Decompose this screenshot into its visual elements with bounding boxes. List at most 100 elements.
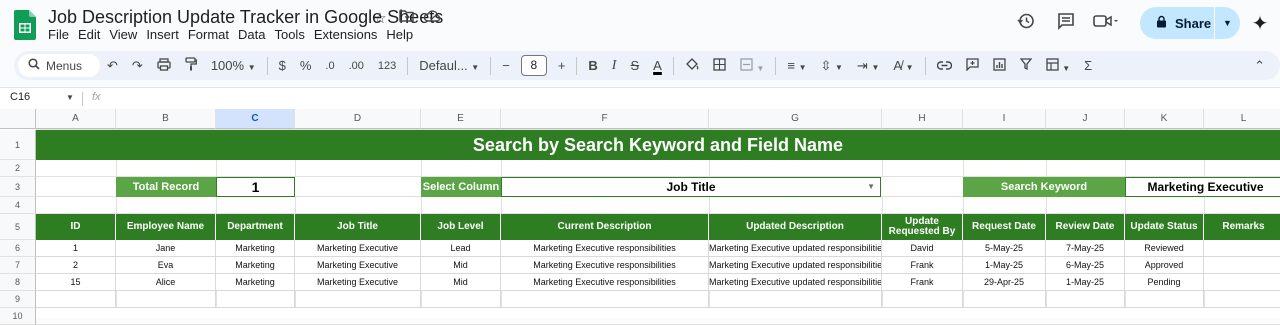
table-cell[interactable] (36, 291, 116, 308)
table-cell[interactable]: Marketing (216, 240, 295, 257)
column-header-b[interactable]: B (116, 109, 216, 129)
name-box-dropdown-icon[interactable]: ▼ (66, 93, 74, 102)
undo-icon[interactable]: ↶ (100, 58, 125, 74)
vertical-align-icon[interactable]: ⇳ ▼ (813, 58, 849, 74)
table-cell[interactable]: 7-May-25 (1046, 240, 1125, 257)
column-header-a[interactable]: A (36, 109, 116, 129)
table-header-cell[interactable]: Remarks (1204, 214, 1280, 240)
dropdown-caret-icon[interactable]: ▼ (867, 178, 875, 196)
table-cell[interactable] (421, 291, 501, 308)
column-header-f[interactable]: F (501, 109, 709, 129)
table-cell[interactable]: 5-May-25 (963, 240, 1046, 257)
row-header-7[interactable]: 7 (0, 257, 36, 274)
table-cell[interactable]: Marketing Executive (295, 240, 421, 257)
insert-comment-icon[interactable] (959, 57, 986, 74)
table-cell[interactable]: 1 (36, 240, 116, 257)
table-cell[interactable] (1204, 240, 1280, 257)
table-cell[interactable]: Lead (421, 240, 501, 257)
menu-tools[interactable]: Tools (274, 27, 309, 42)
column-header-l[interactable]: L (1204, 109, 1280, 129)
sheets-logo-icon[interactable] (14, 10, 36, 40)
table-cell[interactable] (709, 291, 882, 308)
table-cell[interactable] (963, 291, 1046, 308)
font-size-increase-icon[interactable]: + (551, 58, 573, 73)
table-header-cell[interactable]: ID (36, 214, 116, 240)
decrease-decimal-button[interactable]: .0 (318, 60, 341, 72)
row-header-2[interactable]: 2 (0, 160, 36, 177)
table-cell[interactable]: Mid (421, 257, 501, 274)
menu-extensions[interactable]: Extensions (314, 27, 383, 42)
table-header-cell[interactable]: Update Requested By (882, 214, 963, 240)
zoom-select[interactable]: 100% ▼ (204, 58, 263, 73)
table-header-cell[interactable]: Review Date (1046, 214, 1125, 240)
table-cell[interactable]: Alice (116, 274, 216, 291)
select-column-label[interactable]: Select Column (421, 177, 501, 197)
table-cell[interactable] (1046, 291, 1125, 308)
insert-link-icon[interactable] (930, 58, 959, 73)
font-size-input[interactable]: 8 (520, 55, 547, 76)
table-cell[interactable]: 15 (36, 274, 116, 291)
text-color-icon[interactable]: A (646, 58, 669, 73)
table-cell[interactable] (295, 291, 421, 308)
table-cell[interactable] (1125, 291, 1204, 308)
name-box[interactable]: C16 (10, 91, 30, 103)
row-header-10[interactable]: 10 (0, 308, 36, 325)
table-cell[interactable] (216, 291, 295, 308)
number-format-button[interactable]: 123 (371, 60, 403, 72)
table-cell[interactable] (1204, 274, 1280, 291)
bold-icon[interactable]: B (581, 58, 604, 73)
table-cell[interactable]: Reviewed (1125, 240, 1204, 257)
collapse-toolbar-icon[interactable]: ⌃ (1247, 58, 1272, 74)
search-keyword-label[interactable]: Search Keyword (963, 177, 1125, 197)
total-record-value[interactable]: 1 (216, 177, 295, 197)
move-folder-icon[interactable] (398, 9, 414, 27)
share-dropdown-icon[interactable]: ▼ (1214, 7, 1240, 39)
menu-file[interactable]: File (48, 27, 74, 42)
table-cell[interactable]: Marketing (216, 257, 295, 274)
table-cell[interactable]: Approved (1125, 257, 1204, 274)
gemini-sparkle-icon[interactable]: ✦ (1240, 11, 1280, 36)
table-cell[interactable]: Eva (116, 257, 216, 274)
table-cell[interactable]: Pending (1125, 274, 1204, 291)
table-cell[interactable]: 2 (36, 257, 116, 274)
table-header-cell[interactable]: Job Title (295, 214, 421, 240)
table-cell[interactable]: 6-May-25 (1046, 257, 1125, 274)
fill-color-icon[interactable] (678, 57, 706, 74)
column-header-j[interactable]: J (1046, 109, 1125, 129)
search-keyword-input[interactable]: Marketing Executive (1125, 177, 1280, 197)
cloud-status-icon[interactable] (423, 9, 441, 27)
table-cell[interactable]: Marketing Executive updated responsibili… (709, 240, 882, 257)
sheet-banner-title[interactable]: Search by Search Keyword and Field Name (36, 130, 1280, 160)
table-cell[interactable]: Marketing (216, 274, 295, 291)
total-record-label[interactable]: Total Record (116, 177, 216, 197)
paint-format-icon[interactable] (178, 57, 204, 74)
font-select[interactable]: Defaul... ▼ (412, 58, 486, 73)
table-cell[interactable] (1204, 257, 1280, 274)
table-cell[interactable]: Frank (882, 257, 963, 274)
share-button[interactable]: Share ▼ (1140, 7, 1240, 39)
text-rotation-icon[interactable]: A̸ ▼ (886, 58, 920, 73)
version-history-icon[interactable] (1006, 12, 1046, 35)
star-icon[interactable]: ☆ (372, 9, 388, 27)
strikethrough-icon[interactable]: S (623, 58, 646, 73)
filter-icon[interactable] (1013, 58, 1039, 73)
table-header-cell[interactable]: Update Status (1125, 214, 1204, 240)
column-header-d[interactable]: D (295, 109, 421, 129)
table-cell[interactable]: Marketing Executive responsibilities (501, 274, 709, 291)
insert-chart-icon[interactable] (986, 57, 1013, 74)
table-cell[interactable]: 29-Apr-25 (963, 274, 1046, 291)
column-header-h[interactable]: H (882, 109, 963, 129)
table-cell[interactable] (501, 291, 709, 308)
functions-icon[interactable]: Σ (1077, 58, 1099, 73)
horizontal-align-icon[interactable]: ≡ ▼ (780, 58, 813, 73)
spreadsheet-grid[interactable]: ABCDEFGHIJKL 1 2 3 4 5 6 7 8 9 10 Search by Searc… (0, 109, 1280, 325)
table-header-cell[interactable]: Job Level (421, 214, 501, 240)
row-header-3[interactable]: 3 (0, 177, 36, 197)
table-cell[interactable]: Marketing Executive (295, 274, 421, 291)
merge-cells-icon[interactable]: ▼ (733, 57, 772, 74)
menu-help[interactable]: Help (386, 27, 418, 42)
column-header-g[interactable]: G (709, 109, 882, 129)
table-cell[interactable] (1204, 291, 1280, 308)
table-header-cell[interactable]: Request Date (963, 214, 1046, 240)
italic-icon[interactable]: I (605, 57, 624, 74)
